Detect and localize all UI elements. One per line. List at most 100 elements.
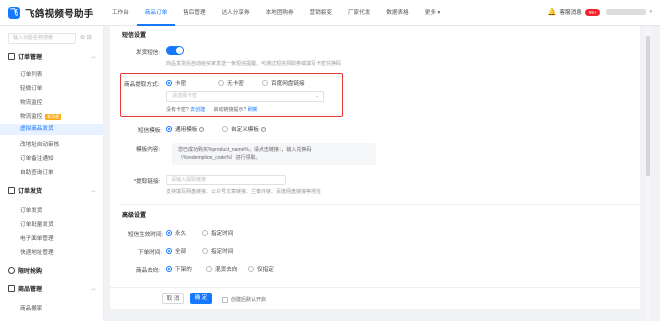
effect-radio-forever[interactable]: 永久	[166, 229, 186, 237]
chevron-down-icon[interactable]: ▾	[649, 9, 652, 15]
sidebar-group-products[interactable]: 商品管理 ︿	[8, 284, 96, 293]
nav-dropship[interactable]: 厂家代发	[340, 0, 378, 26]
nav-workbench[interactable]: 工作台	[104, 0, 137, 26]
auto-send-hint: 商品发货后自动给买家发送一条短信提醒，可通过短信领取券或填写卡密兑换码	[166, 61, 342, 67]
help-icon[interactable]: ?	[199, 126, 205, 132]
refresh-link[interactable]: 刷新	[248, 107, 258, 113]
template-line: 您已成功购买%product_name%，请点击链接：，输入兑换码	[178, 147, 312, 153]
select-placeholder: 请选择卡密	[172, 93, 198, 99]
sidebar-search-input[interactable]: 输入功能名称搜索	[8, 33, 76, 44]
nav-orders[interactable]: 商品订单	[136, 0, 176, 26]
cancel-button[interactable]: 取 消	[162, 293, 184, 304]
sidebar-group-label: 订单发货	[18, 189, 43, 195]
radio-label: 全部	[175, 249, 187, 255]
template-radio-custom[interactable]: 自定义模板?	[222, 125, 266, 133]
sidebar-item-logistics[interactable]: 物流监控	[20, 98, 42, 106]
confirm-button[interactable]: 确 定	[190, 293, 212, 304]
nav-local-coupon[interactable]: 本地团购券	[258, 0, 302, 26]
scrollbar-thumb[interactable]	[646, 36, 650, 176]
effect-radio-range[interactable]: 指定时间	[202, 229, 233, 237]
sidebar-item-ship-orders[interactable]: 订单发货	[20, 206, 42, 214]
radio-label: 无卡密	[227, 81, 244, 87]
goods-radio-1[interactable]: 下架的	[166, 265, 192, 273]
sidebar-item-order-list[interactable]: 订单列表	[20, 70, 42, 78]
sidebar-item-address-mgmt[interactable]: 快递地址管理	[20, 248, 54, 256]
method-radio-card[interactable]: 卡密	[166, 79, 186, 87]
truck-icon	[8, 187, 15, 194]
method-label: 商品提取方式:	[124, 82, 160, 88]
app-title: 飞鸽视频号助手	[25, 9, 94, 20]
template-label: 短信模板:	[138, 128, 162, 134]
message-badge: 99+	[584, 8, 601, 16]
customer-service-link[interactable]: 客服消息	[559, 8, 581, 16]
sidebar-item-self-query[interactable]: 自助查询订单	[20, 168, 54, 176]
sidebar-item-waybill[interactable]: 电子面单管理	[20, 234, 54, 242]
order-time-label: 下单时间:	[138, 250, 162, 256]
radio-label: 下架的	[175, 267, 192, 273]
bell-icon[interactable]: 🔔	[548, 8, 557, 16]
no-card-text: 没有卡密?	[166, 107, 189, 113]
sidebar: 输入功能名称搜索 ⊜ ⊟ 订单管理 ︿ 订单列表 轻微订单 物流监控 物流监控新…	[0, 26, 104, 321]
nav-marketing[interactable]: 营销裂变	[302, 0, 340, 26]
goods-radio-3[interactable]: 仅指定	[248, 265, 274, 273]
top-bar: 飞 飞鸽视频号助手 工作台 商品订单 售后管理 达人分享券 本地团购券 营销裂变…	[0, 0, 660, 26]
nav-more[interactable]: 更多 ▾	[417, 0, 449, 26]
chevron-up-icon: ︿	[90, 286, 96, 292]
radio-label: 百度网盘链接	[271, 81, 305, 87]
sidebar-item-minor-orders[interactable]: 轻微订单	[20, 84, 42, 92]
chevron-down-icon: ⌄	[314, 93, 319, 99]
nav-after-sale[interactable]: 售后管理	[175, 0, 213, 26]
sidebar-group-flash-sale[interactable]: 限时抢购	[8, 266, 96, 275]
order-radio-all[interactable]: 全部	[166, 247, 186, 255]
sidebar-item-batch-ship[interactable]: 订单批量发货	[20, 220, 54, 228]
sidebar-group-label: 商品管理	[18, 287, 43, 293]
clock-icon	[8, 267, 15, 274]
radio-label: 通用模板	[175, 127, 198, 133]
section-divider	[120, 204, 640, 205]
product-icon	[8, 285, 15, 292]
link-label: *提取链接:	[134, 179, 161, 185]
link-hint-text: 启动链接提示?	[213, 107, 247, 113]
extract-link-input[interactable]: 请输入提取链接	[166, 175, 286, 185]
radio-label: 自定义模板	[231, 127, 259, 133]
new-feature-badge: 新功能	[45, 113, 62, 120]
order-radio-range[interactable]: 指定时间	[202, 247, 233, 255]
sidebar-item-address-review[interactable]: 改地址自动审核	[20, 140, 59, 148]
template-radio-general[interactable]: 通用模板?	[166, 125, 205, 133]
default-open-checkbox[interactable]: 创建后默认开启	[222, 296, 266, 303]
sidebar-item-virtual-delivery[interactable]: 虚拟商品发货	[0, 124, 104, 135]
method-radio-no-card[interactable]: 无卡密	[218, 79, 244, 87]
nav-share-coupon[interactable]: 达人分享券	[214, 0, 258, 26]
sidebar-tool-icons[interactable]: ⊜ ⊟	[80, 34, 92, 41]
sidebar-item-product-move[interactable]: 商品搬家	[20, 304, 42, 312]
logo-icon: 飞	[8, 7, 20, 19]
goods-dest-label: 商品去向:	[136, 268, 160, 274]
user-name[interactable]	[606, 9, 647, 15]
help-icon[interactable]: ?	[260, 126, 266, 132]
template-content-label: 模板内容:	[136, 147, 160, 153]
chevron-up-icon: ︿	[90, 54, 96, 60]
create-card-link[interactable]: 去创建	[190, 107, 205, 113]
header-actions: 🔔 客服消息 99+ ▾	[548, 8, 652, 16]
section-title-basic: 短信设置	[122, 33, 147, 39]
radio-label: 卡密	[175, 81, 187, 87]
sidebar-item-logistics-new[interactable]: 物流监控 新功能	[20, 112, 62, 120]
section-title-advanced: 高级设置	[122, 213, 147, 219]
sidebar-group-shipping[interactable]: 订单发货 ︿	[8, 186, 96, 195]
radio-label: 指定时间	[211, 249, 234, 255]
sidebar-item-remark-notify[interactable]: 订单备注通知	[20, 154, 54, 162]
checkbox-label: 创建后默认开启	[231, 297, 267, 303]
auto-send-toggle[interactable]	[166, 46, 184, 55]
card-select[interactable]: 请选择卡密 ⌄	[166, 91, 324, 102]
goods-radio-2[interactable]: 混货去向	[206, 265, 237, 273]
template-content-box: 您已成功购买%product_name%，请点击链接：，输入兑换码 （%rede…	[172, 143, 376, 165]
nav-data[interactable]: 数据表格	[378, 0, 416, 26]
radio-label: 仅指定	[257, 267, 274, 273]
sidebar-group-orders[interactable]: 订单管理 ︿	[8, 52, 96, 61]
radio-label: 混货去向	[215, 267, 238, 273]
auto-send-label: 发货短信:	[136, 50, 160, 56]
sidebar-group-label: 订单管理	[18, 55, 43, 61]
scrollbar[interactable]	[645, 26, 651, 321]
method-radio-baidu[interactable]: 百度网盘链接	[262, 79, 305, 87]
app-logo[interactable]: 飞 飞鸽视频号助手	[8, 6, 94, 20]
